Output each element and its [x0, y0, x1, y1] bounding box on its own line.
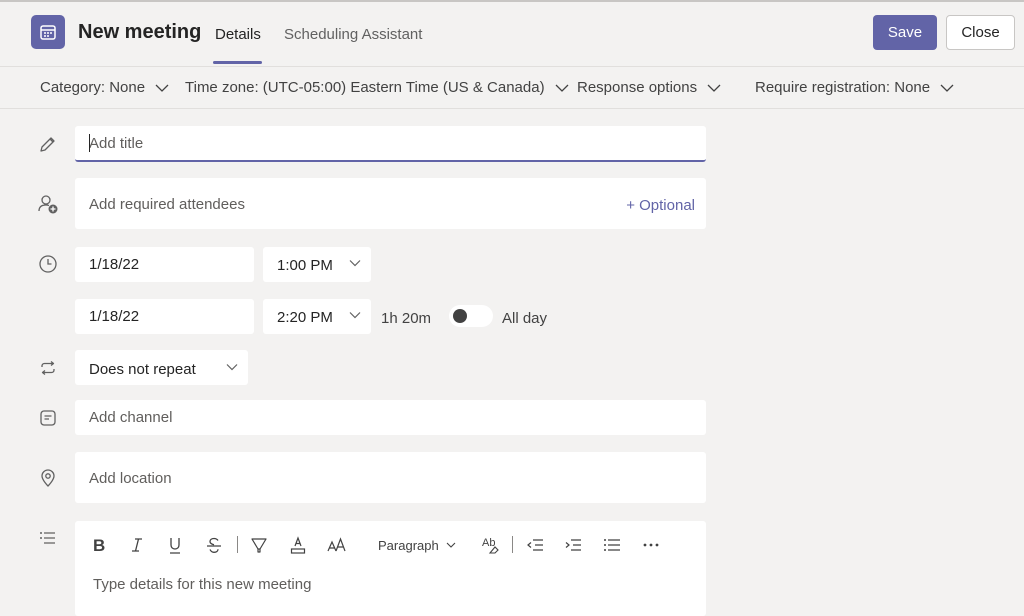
- increase-indent-icon[interactable]: [563, 535, 583, 555]
- channel-field[interactable]: Add channel: [75, 400, 706, 435]
- end-time-dropdown[interactable]: 2:20 PM: [263, 299, 371, 334]
- optional-attendees-link[interactable]: + Optional: [626, 197, 695, 214]
- toolbar-divider: [237, 536, 238, 553]
- decrease-indent-icon[interactable]: [525, 535, 545, 555]
- chevron-down-icon: [155, 84, 169, 92]
- calendar-icon: [31, 15, 65, 49]
- start-date-field[interactable]: 1/18/22: [75, 247, 254, 282]
- svg-text:B: B: [93, 537, 105, 553]
- details-list-icon: [37, 527, 59, 549]
- end-date-field[interactable]: 1/18/22: [75, 299, 254, 334]
- svg-text:Ab: Ab: [482, 537, 495, 549]
- category-label: Category: None: [40, 79, 146, 96]
- registration-label: Require registration: None: [755, 79, 931, 96]
- time-zone-label: Time zone: (UTC-05:00) Eastern Time (US …: [185, 79, 545, 96]
- font-size-icon[interactable]: [326, 535, 348, 555]
- chevron-down-icon: [707, 84, 721, 92]
- duration-label: 1h 20m: [381, 310, 432, 327]
- underline-icon[interactable]: [165, 535, 185, 555]
- category-dropdown[interactable]: Category: None: [40, 79, 169, 96]
- start-date-value: 1/18/22: [89, 256, 140, 273]
- title-field[interactable]: Add title: [75, 126, 706, 162]
- end-date-value: 1/18/22: [89, 308, 140, 325]
- toolbar-divider: [512, 536, 513, 553]
- paragraph-label: Paragraph: [378, 537, 439, 553]
- tab-details[interactable]: Details: [215, 26, 261, 43]
- time-zone-dropdown[interactable]: Time zone: (UTC-05:00) Eastern Time (US …: [185, 79, 569, 96]
- save-button[interactable]: Save: [873, 15, 937, 50]
- chevron-down-icon: [349, 260, 361, 267]
- details-placeholder: Type details for this new meeting: [93, 576, 312, 593]
- more-options-icon[interactable]: [641, 535, 661, 555]
- channel-placeholder: Add channel: [89, 409, 173, 426]
- pencil-icon: [37, 133, 59, 155]
- active-tab-indicator: [213, 61, 262, 64]
- clock-icon: [37, 253, 59, 275]
- bulleted-list-icon[interactable]: [602, 535, 622, 555]
- paragraph-dropdown[interactable]: Paragraph: [378, 535, 456, 555]
- attendees-placeholder: Add required attendees: [89, 196, 245, 213]
- registration-dropdown[interactable]: Require registration: None: [755, 79, 954, 96]
- tab-scheduling-assistant[interactable]: Scheduling Assistant: [284, 26, 422, 43]
- bold-icon[interactable]: B: [89, 535, 109, 555]
- strikethrough-icon[interactable]: [204, 535, 224, 555]
- repeat-value: Does not repeat: [89, 361, 196, 378]
- meeting-details-editor[interactable]: B Paragraph Ab Type details for this new…: [75, 521, 706, 616]
- page-title: New meeting: [78, 21, 202, 43]
- location-pin-icon: [37, 467, 59, 489]
- all-day-label: All day: [502, 310, 548, 327]
- chevron-down-icon: [226, 364, 238, 371]
- repeat-icon: [37, 357, 59, 379]
- response-options-dropdown[interactable]: Response options: [577, 79, 721, 96]
- start-time-dropdown[interactable]: 1:00 PM: [263, 247, 371, 282]
- close-button[interactable]: Close: [946, 15, 1015, 50]
- italic-icon[interactable]: [127, 535, 147, 555]
- channel-icon: [37, 407, 59, 429]
- start-time-value: 1:00 PM: [277, 257, 333, 274]
- text-caret: [89, 134, 90, 152]
- clear-formatting-icon[interactable]: Ab: [480, 535, 502, 555]
- chevron-down-icon: [555, 84, 569, 92]
- meeting-header: New meeting Details Scheduling Assistant…: [0, 2, 1024, 66]
- highlight-icon[interactable]: [249, 535, 269, 555]
- repeat-dropdown[interactable]: Does not repeat: [75, 350, 248, 385]
- attendees-field[interactable]: Add required attendees + Optional: [75, 178, 706, 229]
- add-person-icon: [37, 193, 59, 215]
- chevron-down-icon: [349, 312, 361, 319]
- all-day-toggle[interactable]: [449, 305, 493, 327]
- title-placeholder: Add title: [89, 135, 144, 152]
- font-color-icon[interactable]: [288, 535, 308, 555]
- response-options-label: Response options: [577, 79, 698, 96]
- location-field[interactable]: Add location: [75, 452, 706, 503]
- end-time-value: 2:20 PM: [277, 309, 333, 326]
- meeting-options-bar: Category: None Time zone: (UTC-05:00) Ea…: [0, 66, 1024, 109]
- location-placeholder: Add location: [89, 470, 172, 487]
- chevron-down-icon: [940, 84, 954, 92]
- editor-toolbar: B Paragraph Ab: [75, 521, 706, 567]
- chevron-down-icon: [446, 542, 456, 548]
- toggle-knob: [453, 309, 467, 323]
